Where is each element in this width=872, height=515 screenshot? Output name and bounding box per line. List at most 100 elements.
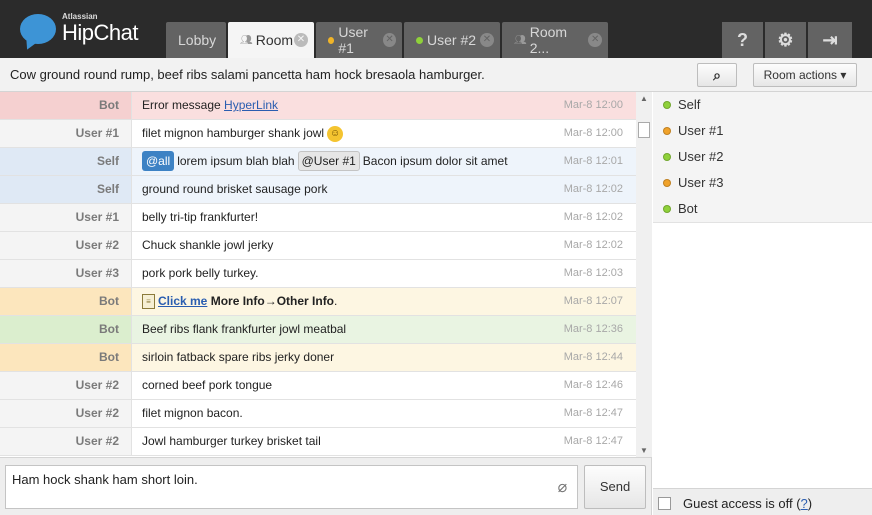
tab-bar: Lobby 👥︎ Room ✕ User #1 ✕ User #2 ✕ 👥︎ R… — [166, 22, 610, 58]
sender-name: User #3 — [0, 260, 132, 287]
roster-item[interactable]: User #1 — [653, 118, 872, 144]
message-row: Bot ≡ Click me More Info→Other Info. Mar-… — [0, 288, 651, 316]
tab-label: User #2 — [427, 32, 477, 48]
help-button[interactable]: ? — [722, 22, 763, 58]
message-text: belly tri-tip frankfurter! — [142, 210, 259, 224]
roster-item[interactable]: User #3 — [653, 170, 872, 196]
tab-label: Room — [255, 32, 294, 48]
message-text: pork pork belly turkey. — [142, 266, 259, 280]
message-tail: . — [334, 294, 338, 308]
message-text: ≡ Click me More Info→Other Info. — [142, 288, 337, 315]
topic-bar: Cow ground round rump, beef ribs salami … — [0, 58, 872, 92]
message-text: Error message HyperLink — [142, 92, 278, 119]
roster-panel: Self User #1 User #2 User #3 Bot — [653, 92, 872, 488]
roster-item[interactable]: Self — [653, 92, 872, 118]
close-icon[interactable]: ✕ — [294, 33, 308, 47]
close-icon[interactable]: ✕ — [383, 33, 396, 47]
message-row: Bot sirloin fatback spare ribs jerky don… — [0, 344, 651, 372]
people-icon: 👥︎ — [514, 34, 527, 46]
sender-name: User #1 — [0, 204, 132, 231]
tab-label: Lobby — [178, 32, 217, 48]
paperclip-icon: ⌀ — [557, 479, 568, 496]
status-dot-icon — [416, 36, 423, 44]
search-icon: ⌕ — [713, 67, 721, 83]
send-button[interactable]: Send — [584, 465, 646, 509]
hyperlink[interactable]: HyperLink — [224, 98, 278, 112]
people-icon: 👥︎ — [240, 34, 253, 46]
message-row: Self ground round brisket sausage pork M… — [0, 176, 651, 204]
status-dot-icon — [663, 179, 671, 187]
hipchat-logo: Atlassian HipChat — [20, 10, 166, 50]
roster-name: User #3 — [678, 175, 724, 190]
status-dot-icon — [663, 205, 671, 213]
message-text: Jowl hamburger turkey brisket tail — [142, 434, 321, 448]
help-icon: ? — [737, 30, 748, 50]
search-button[interactable]: ⌕ — [697, 63, 737, 87]
scroll-thumb[interactable] — [638, 122, 650, 138]
message-row: User #3 pork pork belly turkey. Mar-8 12… — [0, 260, 651, 288]
close-icon[interactable]: ✕ — [480, 33, 494, 47]
message-body: Error message — [142, 98, 225, 112]
room-topic: Cow ground round rump, beef ribs salami … — [10, 67, 485, 82]
message-row: User #2 Chuck shankle jowl jerky Mar-8 1… — [0, 232, 651, 260]
sender-name: Self — [0, 148, 132, 175]
timestamp: Mar-8 12:01 — [563, 155, 623, 167]
roster-item[interactable]: User #2 — [653, 144, 872, 170]
tab-room[interactable]: 👥︎ Room ✕ — [228, 22, 314, 58]
message-row: Bot Error message HyperLink Mar-8 12:00 — [0, 92, 651, 120]
roster-name: Self — [678, 97, 701, 112]
sender-name: Bot — [0, 344, 132, 371]
guest-access-text: Guest access is off ( — [683, 496, 801, 511]
message-row: Self @all lorem ipsum blah blah @User #1 Ba… — [0, 148, 651, 176]
status-dot-icon — [663, 101, 671, 109]
logo-name: HipChat — [62, 20, 138, 45]
message-row: User #2 filet mignon bacon. Mar-8 12:47 — [0, 400, 651, 428]
message-text: corned beef pork tongue — [142, 378, 273, 392]
sender-name: Bot — [0, 92, 132, 119]
message-row: User #2 corned beef pork tongue Mar-8 12… — [0, 372, 651, 400]
message-row: Bot Beef ribs flank frankfurter jowl mea… — [0, 316, 651, 344]
tab-user-1[interactable]: User #1 ✕ — [316, 22, 402, 58]
timestamp: Mar-8 12:02 — [563, 239, 623, 251]
message-text: sirloin fatback spare ribs jerky doner — [142, 350, 335, 364]
logout-button[interactable]: ⇥ — [808, 22, 852, 58]
guest-access-checkbox[interactable] — [658, 497, 671, 510]
guest-access-close-paren: ) — [807, 496, 813, 511]
sender-name: Self — [0, 176, 132, 203]
tab-label: User #1 — [338, 24, 368, 56]
tab-room-2[interactable]: 👥︎ Room 2... ✕ — [502, 22, 608, 58]
timestamp: Mar-8 12:07 — [563, 295, 623, 307]
app-header: Atlassian HipChat Lobby 👥︎ Room ✕ User #… — [0, 0, 872, 58]
status-dot-icon — [663, 127, 671, 135]
sender-name: User #2 — [0, 372, 132, 399]
message-input[interactable]: Ham hock shank ham short loin. — [5, 465, 550, 509]
roster-item[interactable]: Bot — [653, 196, 872, 222]
close-icon[interactable]: ✕ — [588, 33, 602, 47]
sender-name: User #2 — [0, 428, 132, 455]
settings-button[interactable]: ⚙ — [765, 22, 806, 58]
logout-icon: ⇥ — [822, 30, 838, 50]
sender-name: Bot — [0, 316, 132, 343]
scroll-down-icon[interactable]: ▼ — [636, 446, 652, 455]
message-scrollbar[interactable]: ▲ ▼ — [636, 92, 652, 457]
timestamp: Mar-8 12:02 — [563, 211, 623, 223]
chat-bubble-icon — [20, 14, 56, 44]
roster-name: Bot — [678, 201, 698, 216]
mention-user: @User #1 — [297, 151, 360, 171]
guest-access-bar: Guest access is off (?) — [653, 488, 872, 515]
tab-lobby[interactable]: Lobby — [166, 22, 226, 58]
timestamp: Mar-8 12:47 — [563, 407, 623, 419]
message-text: Beef ribs flank frankfurter jowl meatbal — [142, 322, 347, 336]
compose-area: Ham hock shank ham short loin. ⌀ Send — [0, 457, 652, 515]
message-text: ground round brisket sausage pork — [142, 182, 328, 196]
guest-help-link[interactable]: ? — [801, 496, 808, 511]
message-row: User #2 Jowl hamburger turkey brisket ta… — [0, 428, 651, 456]
room-actions-button[interactable]: Room actions ▾ — [753, 63, 857, 87]
guest-access-label: Guest access is off (?) — [683, 496, 812, 511]
attach-button[interactable]: ⌀ — [548, 465, 578, 509]
scroll-up-icon[interactable]: ▲ — [636, 94, 652, 103]
tab-user-2[interactable]: User #2 ✕ — [404, 22, 500, 58]
click-me-link[interactable]: Click me — [158, 294, 207, 308]
timestamp: Mar-8 12:47 — [563, 435, 623, 447]
status-dot-icon — [663, 153, 671, 161]
